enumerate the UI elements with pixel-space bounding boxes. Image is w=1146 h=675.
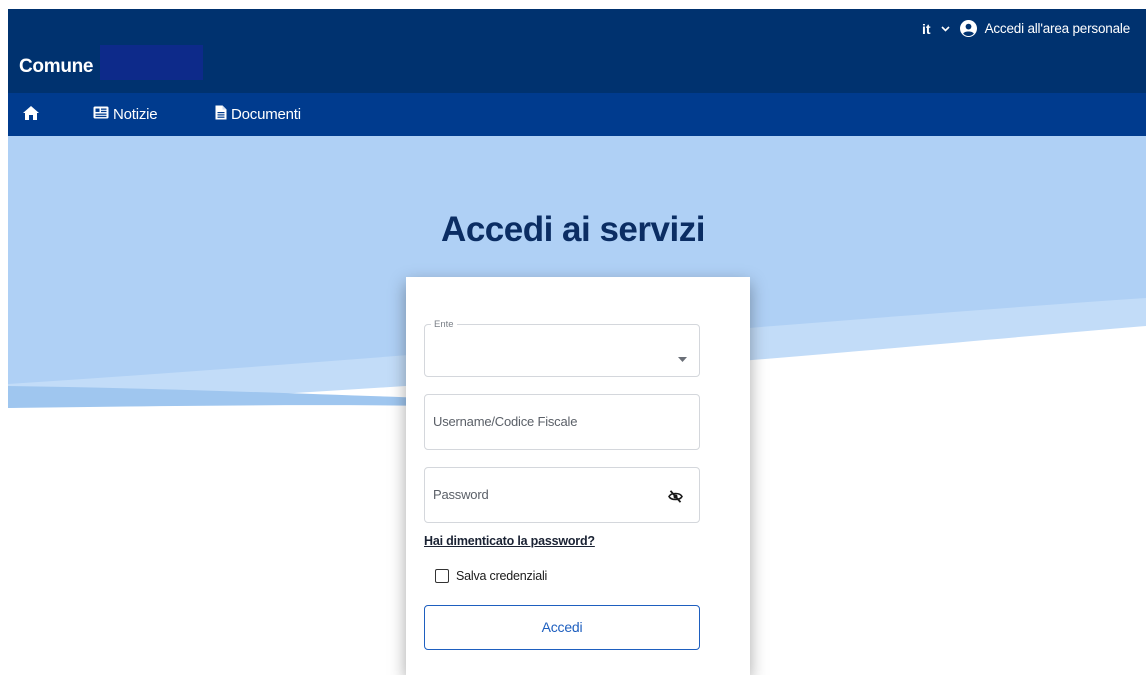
eye-slash-icon[interactable] (668, 490, 683, 508)
newspaper-icon (93, 106, 113, 123)
forgot-password-link[interactable]: Hai dimenticato la password? (424, 534, 595, 548)
site-header: Comune it Accedi all'area personale (8, 9, 1146, 93)
brand-redacted-block (100, 45, 203, 80)
login-submit-button[interactable]: Accedi (424, 605, 700, 650)
main-navbar: Notizie Documenti (8, 93, 1146, 136)
home-icon (22, 105, 44, 125)
header-utility: it Accedi all'area personale (922, 20, 1130, 37)
nav-item-home[interactable] (22, 93, 44, 136)
page-title: Accedi ai servizi (441, 210, 705, 249)
password-field[interactable]: Password (424, 467, 700, 523)
remember-credentials[interactable]: Salva credenziali (435, 569, 547, 583)
nav-item-notizie[interactable]: Notizie (93, 93, 158, 136)
remember-label: Salva credenziali (456, 569, 548, 583)
document-icon (215, 105, 231, 124)
user-circle-icon[interactable] (959, 20, 977, 37)
ente-select[interactable]: Ente (424, 319, 700, 377)
nav-item-label: Notizie (113, 106, 158, 123)
username-field[interactable]: Username/Codice Fiscale (424, 394, 700, 450)
username-placeholder: Username/Codice Fiscale (433, 414, 578, 429)
chevron-down-icon[interactable] (941, 25, 950, 32)
language-selector[interactable]: it (922, 21, 931, 37)
brand-name[interactable]: Comune (19, 56, 94, 78)
top-strip (0, 0, 1146, 9)
personal-area-login-link[interactable]: Accedi all'area personale (985, 21, 1131, 36)
password-placeholder: Password (433, 487, 489, 502)
caret-down-icon[interactable] (678, 349, 687, 367)
remember-checkbox[interactable] (435, 569, 449, 583)
ente-select-label: Ente (431, 319, 457, 330)
nav-item-label: Documenti (231, 106, 301, 123)
nav-item-documenti[interactable]: Documenti (215, 93, 301, 136)
login-card: Ente Username/Codice Fiscale Password Ha… (406, 277, 750, 675)
